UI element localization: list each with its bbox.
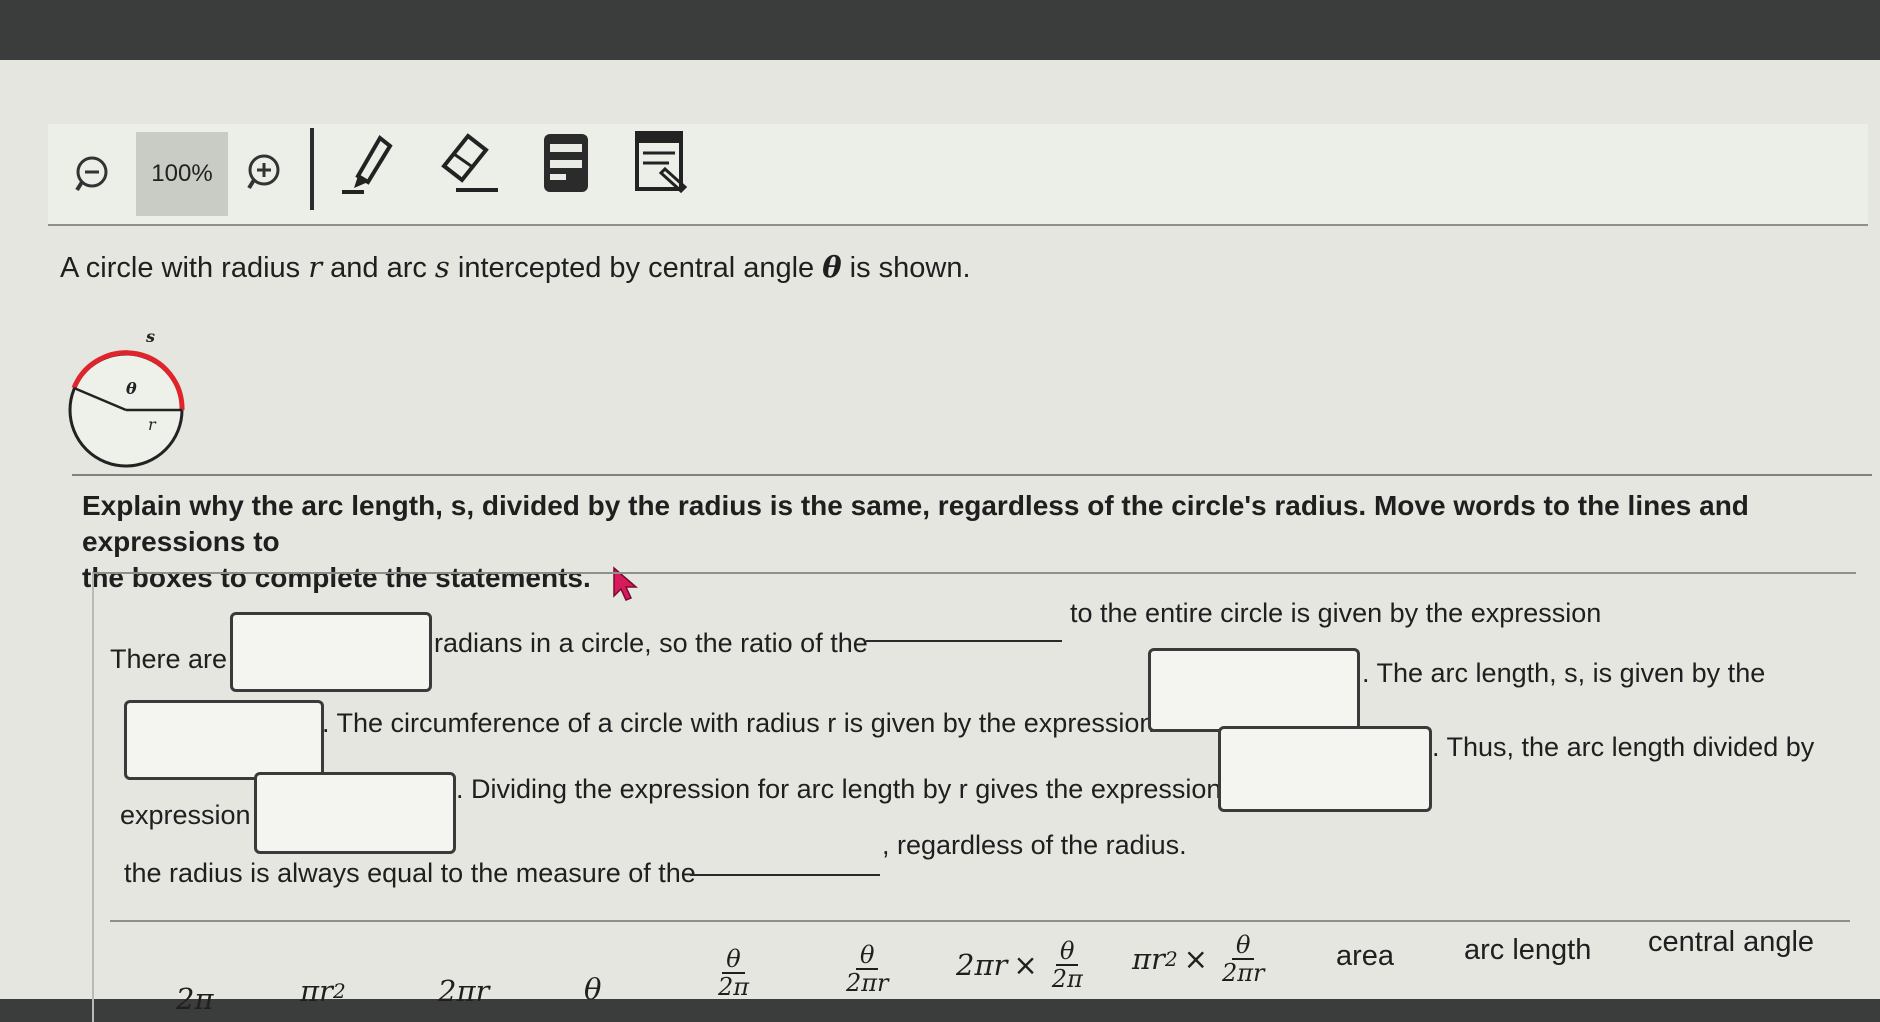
toolbar-separator — [310, 128, 314, 210]
zoom-in-button[interactable] — [242, 150, 286, 194]
question-divider — [72, 474, 1872, 476]
statement-1c: to the entire circle is given by the exp… — [1070, 598, 1602, 628]
zoom-out-icon — [75, 156, 108, 192]
statement-3c: . Thus, the arc length divided by — [1432, 732, 1815, 762]
tile-2pi-r-times-theta-over-2pi[interactable]: 2πr × θ 2π — [956, 938, 1091, 992]
statement-4b: , regardless of the radius. — [882, 830, 1187, 860]
drop-box-3[interactable] — [1148, 648, 1360, 732]
statement-4a: the radius is always equal to the measur… — [124, 858, 696, 888]
statement-1b: radians in a circle, so the ratio of the — [434, 628, 868, 658]
tile-pi-r-squared-times-theta-over-2pi-r[interactable]: πr 2 × θ 2πr — [1132, 932, 1273, 986]
drop-line-1[interactable] — [866, 640, 1062, 642]
tile-theta-over-2pi-r[interactable]: θ 2πr — [838, 942, 897, 996]
zoom-out-button[interactable] — [72, 152, 116, 196]
tile-area[interactable]: area — [1336, 940, 1394, 973]
tile-theta-over-2pi[interactable]: θ 2π — [710, 946, 757, 1000]
eraser-icon — [441, 133, 498, 192]
screen: 100% A circle with radius r and arc s in… — [0, 60, 1880, 1022]
statement-1a: There are — [110, 644, 228, 674]
tile-2pi[interactable]: 2π — [176, 982, 214, 1016]
pen-icon — [342, 134, 393, 194]
drop-box-1[interactable] — [230, 612, 432, 692]
tile-2pi-r[interactable]: 2πr — [438, 974, 489, 1008]
notepad-tool-button[interactable] — [628, 126, 698, 198]
statement-2a: . The circumference of a circle with rad… — [322, 708, 1155, 738]
statement-3a: expression — [120, 800, 251, 830]
highlighter-icon — [544, 134, 588, 192]
drop-box-5[interactable] — [1218, 726, 1432, 812]
intro-text: A circle with radius r and arc s interce… — [60, 250, 971, 284]
statement-2b: . The arc length, s, is given by the — [1362, 658, 1766, 688]
tile-arc-length[interactable]: arc length — [1464, 934, 1591, 967]
drop-box-4[interactable] — [254, 772, 456, 854]
drop-box-2[interactable] — [124, 700, 324, 780]
label-r: r — [148, 415, 157, 434]
circle-diagram: s θ r — [68, 327, 185, 468]
eraser-tool-button[interactable] — [434, 128, 504, 198]
drop-line-2[interactable] — [690, 874, 880, 876]
label-theta: θ — [126, 379, 137, 398]
toolbar: 100% — [48, 124, 1868, 226]
notepad-icon — [635, 131, 688, 194]
zoom-level: 100% — [136, 132, 228, 216]
tile-tray-divider — [110, 920, 1850, 922]
label-s: s — [145, 327, 155, 346]
highlighter-tool-button[interactable] — [536, 128, 596, 198]
tile-pi-r-squared[interactable]: πr 2 — [300, 974, 346, 1008]
tile-theta[interactable]: θ — [584, 972, 601, 1006]
zoom-in-icon — [247, 154, 280, 190]
tile-central-angle[interactable]: central angle — [1648, 926, 1814, 959]
statement-3b: . Dividing the expression for arc length… — [456, 774, 1222, 804]
pen-tool-button[interactable] — [338, 130, 402, 200]
